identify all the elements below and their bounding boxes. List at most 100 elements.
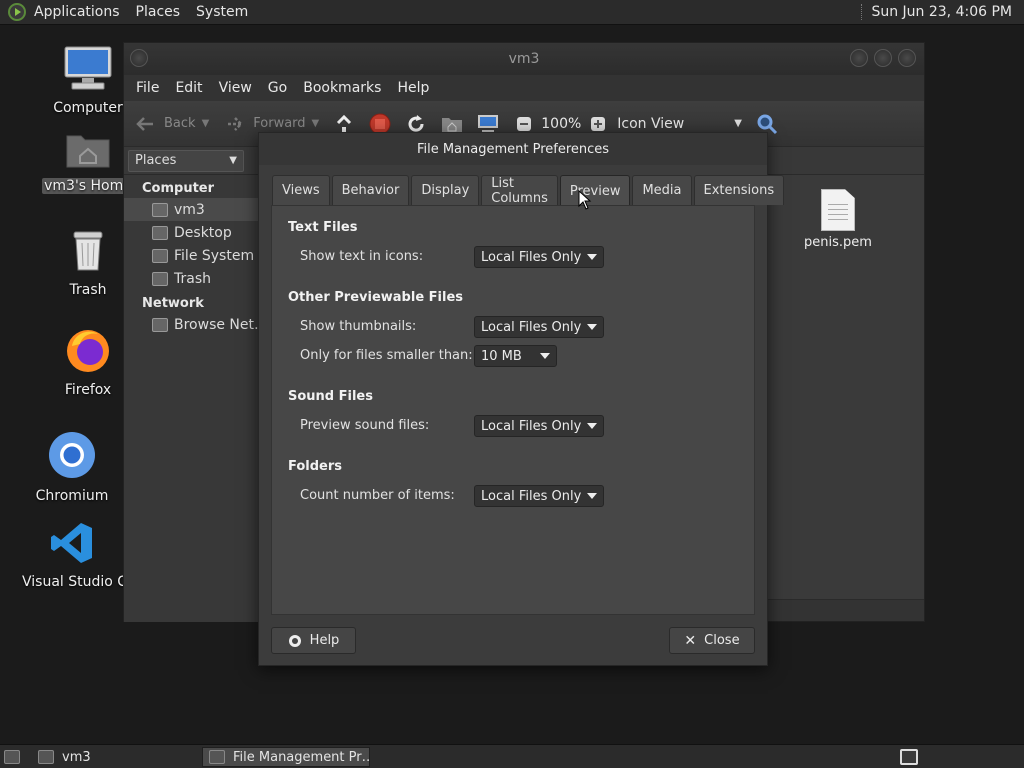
count-items-combo[interactable]: Local Files Only [474, 485, 605, 507]
combo-value: Local Files Only [481, 319, 582, 335]
desktop-label-trash: Trash [69, 282, 107, 298]
taskbar-item-vm3[interactable]: vm3 [32, 747, 198, 767]
mouse-cursor-icon [578, 190, 592, 210]
sidebar-item-browse-network[interactable]: Browse Net… [124, 313, 258, 336]
help-button[interactable]: Help [271, 627, 356, 654]
home-folder-small-icon [152, 202, 168, 217]
sidebar-item-label: Desktop [174, 224, 232, 241]
panel-separator [861, 4, 863, 20]
filesystem-icon [152, 248, 168, 263]
forward-arrow-icon [223, 113, 245, 135]
tab-preview[interactable]: Preview [559, 175, 631, 206]
sidebar-item-label: File System [174, 247, 255, 264]
menubar: File Edit View Go Bookmarks Help [124, 75, 924, 101]
back-arrow-icon [134, 113, 156, 135]
combo-value: Local Files Only [481, 488, 582, 504]
section-title-sound-files: Sound Files [288, 389, 373, 404]
sidebar-item-desktop[interactable]: Desktop [124, 221, 258, 244]
menu-bookmarks[interactable]: Bookmarks [295, 80, 389, 96]
preview-tab-page: Text Files Show text in icons: Local Fil… [271, 205, 755, 615]
tab-views[interactable]: Views [272, 175, 330, 205]
top-panel: Applications Places System Sun Jun 23, 4… [0, 0, 1024, 25]
tab-extensions[interactable]: Extensions [693, 175, 785, 205]
firefox-icon [67, 330, 109, 372]
menu-go[interactable]: Go [260, 80, 295, 96]
workspace-switcher[interactable] [896, 747, 924, 767]
menu-edit[interactable]: Edit [167, 80, 210, 96]
menu-file[interactable]: File [128, 80, 167, 96]
combo-value: Local Files Only [481, 249, 582, 265]
menu-places[interactable]: Places [128, 0, 189, 25]
window-menu-button[interactable] [130, 49, 148, 67]
sidebar-item-filesystem[interactable]: File System [124, 244, 258, 267]
help-button-label: Help [309, 633, 340, 648]
back-button[interactable]: Back ▼ [134, 113, 209, 135]
show-desktop-button[interactable] [0, 747, 28, 767]
minimize-button[interactable] [850, 49, 868, 67]
vscode-icon [51, 523, 92, 563]
view-mode-dropdown-icon: ▼ [734, 118, 742, 129]
menu-applications[interactable]: Applications [26, 0, 128, 25]
section-title-other-files: Other Previewable Files [288, 290, 464, 305]
preferences-small-icon [209, 750, 225, 764]
home-folder-icon [66, 135, 110, 168]
desktop-icon-chromium[interactable]: Chromium [22, 430, 122, 504]
dropdown-caret-icon [587, 324, 598, 330]
dialog-title: File Management Preferences [416, 141, 610, 157]
desktop-label-computer: Computer [53, 100, 123, 116]
status-bar [768, 599, 924, 621]
taskbar-label: File Management Pr… [233, 749, 370, 765]
file-item-penis-pem[interactable]: penis.pem [768, 183, 908, 283]
sidebar-item-label: Trash [174, 270, 211, 287]
show-desktop-icon [4, 750, 20, 764]
sidebar-header-computer: Computer [142, 181, 215, 196]
forward-label: Forward [253, 116, 306, 131]
maximize-button[interactable] [874, 49, 892, 67]
view-mode-combo[interactable]: Icon View ▼ [617, 116, 742, 132]
close-icon: ✕ [684, 632, 697, 649]
zoom-level: 100% [541, 115, 582, 132]
forward-dropdown-icon[interactable]: ▼ [312, 118, 320, 129]
tab-media[interactable]: Media [632, 175, 692, 205]
desktop-icon-vscode[interactable]: Visual Studio Cod [20, 520, 145, 590]
show-text-in-icons-combo[interactable]: Local Files Only [474, 246, 605, 268]
help-lifebuoy-icon [288, 634, 301, 647]
section-title-folders: Folders [288, 459, 343, 474]
file-size-limit-combo[interactable]: 10 MB [474, 345, 557, 367]
tab-display[interactable]: Display [411, 175, 480, 205]
close-button-label: Close [704, 633, 740, 648]
view-mode-label: Icon View [617, 115, 685, 132]
desktop-small-icon [152, 225, 168, 240]
menu-system[interactable]: System [188, 0, 256, 25]
show-thumbnails-combo[interactable]: Local Files Only [474, 316, 605, 338]
places-dropdown-icon: ▼ [229, 155, 237, 166]
tab-list-columns[interactable]: List Columns [481, 175, 558, 206]
taskbar-item-preferences[interactable]: File Management Pr… [202, 747, 370, 767]
menu-view[interactable]: View [211, 80, 260, 96]
sidebar-item-vm3[interactable]: vm3 [124, 198, 258, 221]
dropdown-caret-icon [587, 254, 598, 260]
back-dropdown-icon[interactable]: ▼ [202, 118, 210, 129]
bottom-panel: vm3 File Management Pr… [0, 744, 1024, 768]
chromium-icon [49, 432, 95, 478]
places-combo[interactable]: Places ▼ [128, 149, 244, 172]
tab-behavior[interactable]: Behavior [331, 175, 410, 205]
label-files-smaller-than: Only for files smaller than: [300, 348, 473, 363]
window-titlebar[interactable]: vm3 [124, 43, 924, 75]
combo-value: Local Files Only [481, 418, 582, 434]
desktop-label-home: vm3's Home [42, 178, 134, 194]
panel-clock[interactable]: Sun Jun 23, 4:06 PM [871, 4, 1024, 20]
menu-help[interactable]: Help [389, 80, 437, 96]
distro-logo-icon[interactable] [8, 3, 26, 21]
close-button[interactable]: ✕ Close [669, 627, 755, 654]
sidebar-item-trash[interactable]: Trash [124, 267, 258, 290]
window-title: vm3 [508, 51, 540, 67]
combo-value: 10 MB [481, 348, 522, 364]
close-window-button[interactable] [898, 49, 916, 67]
sidebar-header-network: Network [142, 296, 204, 311]
file-name: penis.pem [804, 235, 872, 250]
preview-sound-files-combo[interactable]: Local Files Only [474, 415, 605, 437]
dialog-titlebar[interactable]: File Management Preferences [259, 133, 767, 165]
computer-icon [64, 46, 112, 90]
section-title-text-files: Text Files [288, 220, 358, 235]
